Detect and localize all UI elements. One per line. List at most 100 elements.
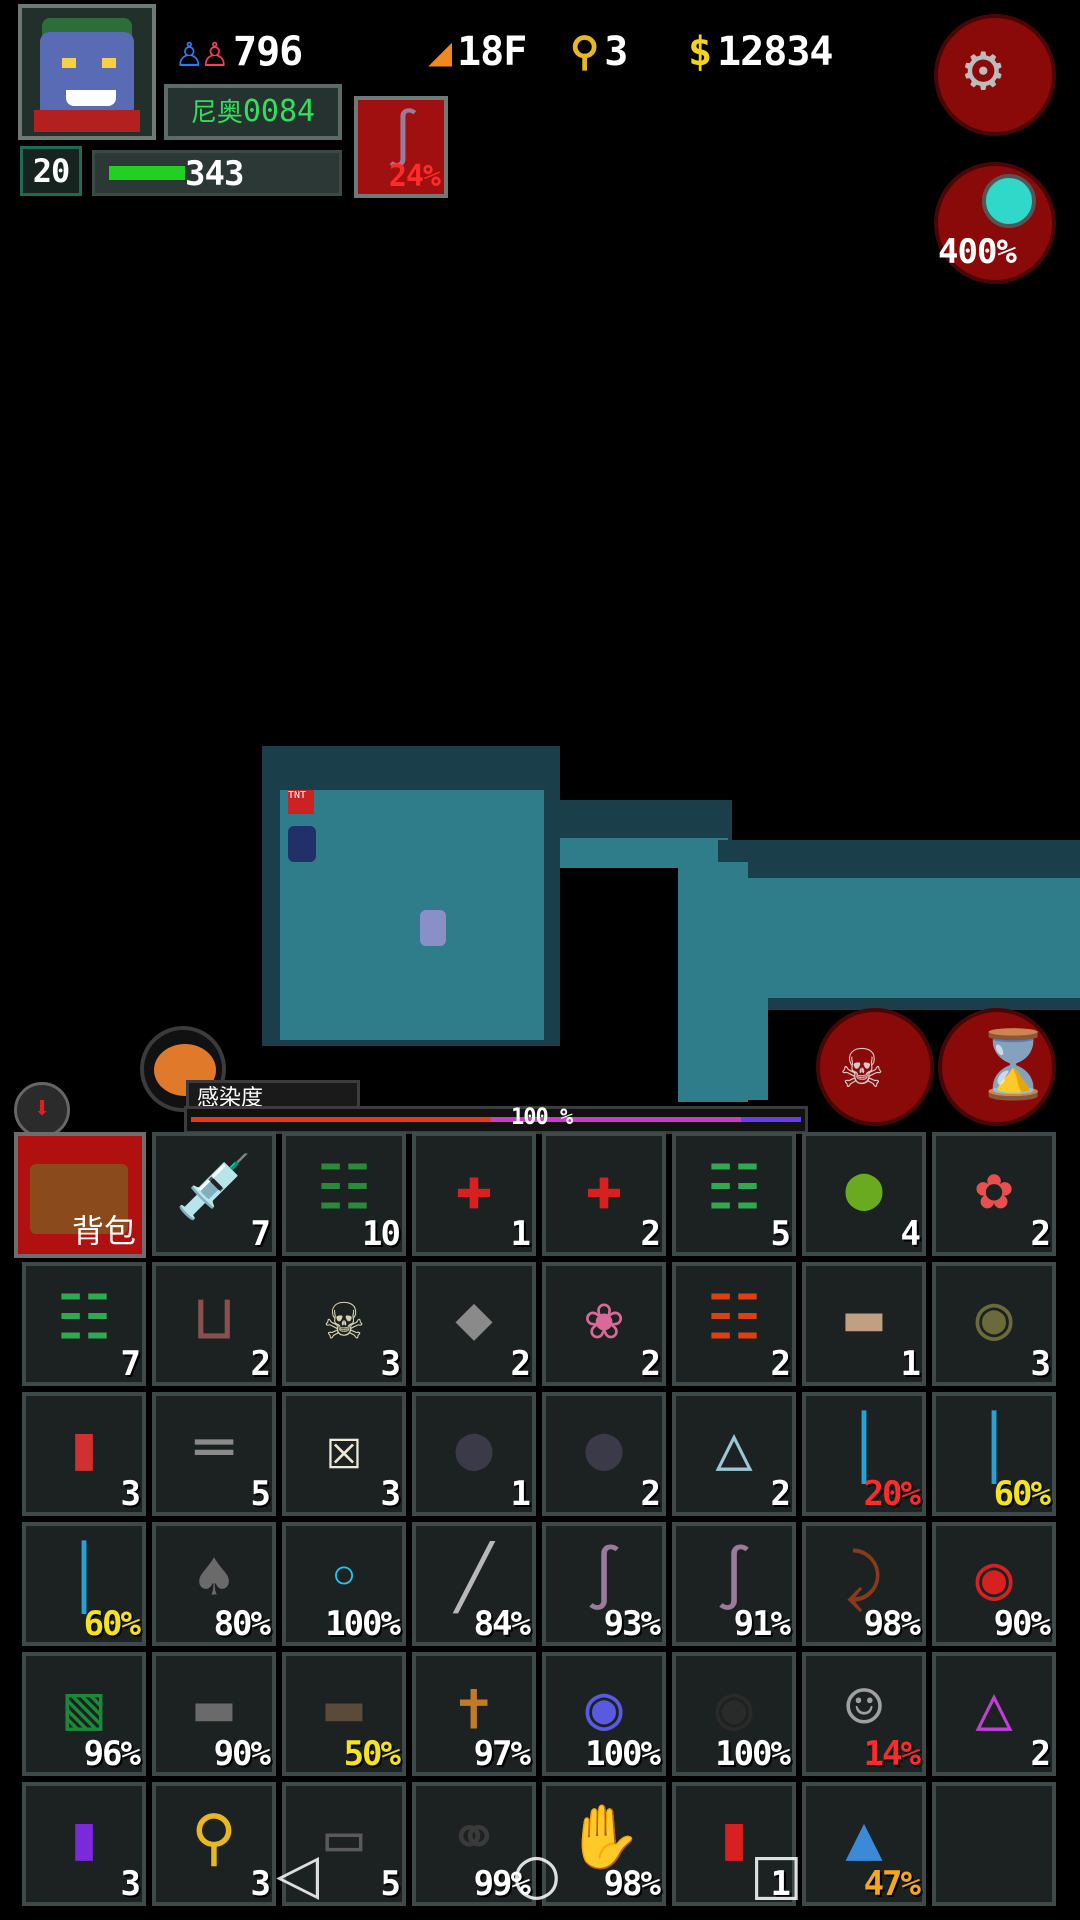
item-quantity: 7	[120, 1344, 142, 1384]
inventory-slot[interactable]: ◉ 3	[932, 1262, 1056, 1386]
item-quantity: 50%	[343, 1734, 401, 1774]
item-quantity: 84%	[473, 1604, 531, 1644]
inventory-slot[interactable]: ◆ 2	[412, 1262, 536, 1386]
inventory-slot[interactable]: ◉ 100%	[672, 1652, 796, 1776]
inventory-slot[interactable]: ✿ 2	[932, 1132, 1056, 1256]
item-quantity: 60%	[993, 1474, 1051, 1514]
inventory-slot[interactable]: ☺ 14%	[802, 1652, 926, 1776]
money-value: 12834	[717, 29, 833, 75]
inventory-slot[interactable]: △ 2	[672, 1392, 796, 1516]
item-quantity: 2	[1030, 1734, 1052, 1774]
hp-value: 343	[185, 154, 244, 194]
item-quantity: 96%	[83, 1734, 141, 1774]
inventory-slot[interactable]: ∫ 91%	[672, 1522, 796, 1646]
inventory-slot[interactable]: ✚ 2	[542, 1132, 666, 1256]
infection-value: 100 %	[511, 1105, 573, 1130]
item-quantity: 80%	[213, 1604, 271, 1644]
item-quantity: 2	[640, 1474, 662, 1514]
potion-icon: △	[975, 1670, 1013, 1744]
inventory-slot[interactable]: ◉ 100%	[542, 1652, 666, 1776]
dark-helmet-icon: ◉	[715, 1670, 753, 1744]
scope-icon: ◉	[585, 1670, 623, 1744]
inventory-slot[interactable]: ◦ 100%	[282, 1522, 406, 1646]
inventory-slot[interactable]: ⤸ 98%	[802, 1522, 926, 1646]
back-nav-button[interactable]: ◁	[276, 1842, 319, 1907]
inventory-slot[interactable]: ▧ 96%	[22, 1652, 146, 1776]
inventory-slot[interactable]: ▮ 3	[22, 1392, 146, 1516]
inventory-slot[interactable]: ● 2	[542, 1392, 666, 1516]
backpack-button[interactable]: 背包	[14, 1132, 146, 1258]
crossbow-icon: ✝	[455, 1670, 493, 1744]
inventory-slot[interactable]: ☷ 5	[672, 1132, 796, 1256]
home-nav-button[interactable]: ○	[512, 1842, 561, 1907]
inventory-slot[interactable]: ✚ 1	[412, 1132, 536, 1256]
stone-icon: ◆	[455, 1280, 493, 1354]
inventory-slot[interactable]: ▬ 90%	[152, 1652, 276, 1776]
tnt-crate-icon: TNT	[288, 790, 314, 814]
player-portrait[interactable]	[18, 4, 156, 140]
small-vial-icon: ▮	[65, 1410, 103, 1484]
inventory-slot[interactable]: △ 2	[932, 1652, 1056, 1776]
portrait-shirt	[34, 110, 140, 132]
equipped-weapon-slot[interactable]: ∫ 24%	[354, 96, 448, 198]
flask-icon: △	[715, 1410, 753, 1484]
inventory-slot[interactable]: ☠ 3	[282, 1262, 406, 1386]
inventory-slot[interactable]: ☷ 10	[282, 1132, 406, 1256]
inventory-slot[interactable]: │ 60%	[932, 1392, 1056, 1516]
item-quantity: 3	[380, 1344, 402, 1384]
inventory-slot[interactable]: ✝ 97%	[412, 1652, 536, 1776]
grenade-icon: ◉	[975, 1280, 1013, 1354]
inventory-slot[interactable]: ♠ 80%	[152, 1522, 276, 1646]
portrait-mouth	[66, 90, 116, 106]
inventory-slot[interactable]: ═ 5	[152, 1392, 276, 1516]
inventory-slot[interactable]: ☷ 2	[672, 1262, 796, 1386]
drop-item-button[interactable]: ⬇	[14, 1082, 70, 1138]
green-bottle-icon: ☷	[56, 1280, 112, 1354]
energy-blade-icon: ◦	[325, 1540, 363, 1614]
zombie-mask-icon: ☺	[845, 1670, 883, 1744]
hot-sauce-bottle-icon: ☷	[706, 1280, 762, 1354]
keys-stat: ⚲ 3	[570, 24, 628, 80]
floor-value: 18F	[457, 29, 527, 75]
portrait-eye	[102, 58, 116, 68]
item-quantity: 3	[380, 1474, 402, 1514]
inventory-slot[interactable]: ❀ 2	[542, 1262, 666, 1386]
syringe-icon: 💉	[175, 1150, 253, 1224]
room-floor	[728, 878, 1080, 998]
dollar-icon: $	[688, 29, 712, 75]
inventory-slot[interactable]: ☒ 3	[282, 1392, 406, 1516]
wait-turn-button[interactable]: ⌛	[938, 1008, 1056, 1126]
settings-button[interactable]: ⚙	[934, 14, 1056, 136]
item-quantity: 7	[250, 1214, 272, 1254]
item-quantity: 98%	[863, 1604, 921, 1644]
item-quantity: 93%	[603, 1604, 661, 1644]
item-quantity: 2	[640, 1344, 662, 1384]
item-quantity: 60%	[83, 1604, 141, 1644]
item-quantity: 2	[510, 1344, 532, 1384]
skull-icon: ☠	[325, 1280, 363, 1354]
inventory-slot[interactable]: ╱ 84%	[412, 1522, 536, 1646]
inventory-slot[interactable]: │ 60%	[22, 1522, 146, 1646]
knife-icon: ╱	[455, 1540, 493, 1614]
inventory-slot[interactable]: ● 1	[412, 1392, 536, 1516]
inventory-slot[interactable]: ▬ 1	[802, 1262, 926, 1386]
green-apple-icon: ●	[845, 1150, 883, 1224]
inventory-slot[interactable]: ◉ 90%	[932, 1522, 1056, 1646]
inventory-slot[interactable]: ⊔ 2	[152, 1262, 276, 1386]
inventory-slot[interactable]: ● 4	[802, 1132, 926, 1256]
player-name-number: 0084	[242, 94, 316, 129]
inventory-slot[interactable]: ∫ 93%	[542, 1522, 666, 1646]
shovel-icon: ♠	[195, 1540, 233, 1614]
corridor-floor	[720, 960, 768, 1100]
item-quantity: 20%	[863, 1474, 921, 1514]
hp-bar: 343	[92, 150, 342, 196]
inventory-slot[interactable]: ☷ 7	[22, 1262, 146, 1386]
inventory-slot[interactable]: ▬ 50%	[282, 1652, 406, 1776]
inventory-slot[interactable]: │ 20%	[802, 1392, 926, 1516]
landmine-icon: ▬	[845, 1280, 883, 1354]
inventory-slot[interactable]: 💉 7	[152, 1132, 276, 1256]
stairs-icon: ◢	[428, 29, 452, 75]
dumbbell-icon: ═	[195, 1410, 233, 1484]
skull-skill-button[interactable]: ☠	[816, 1008, 934, 1126]
recents-nav-button[interactable]: □	[750, 1842, 803, 1907]
